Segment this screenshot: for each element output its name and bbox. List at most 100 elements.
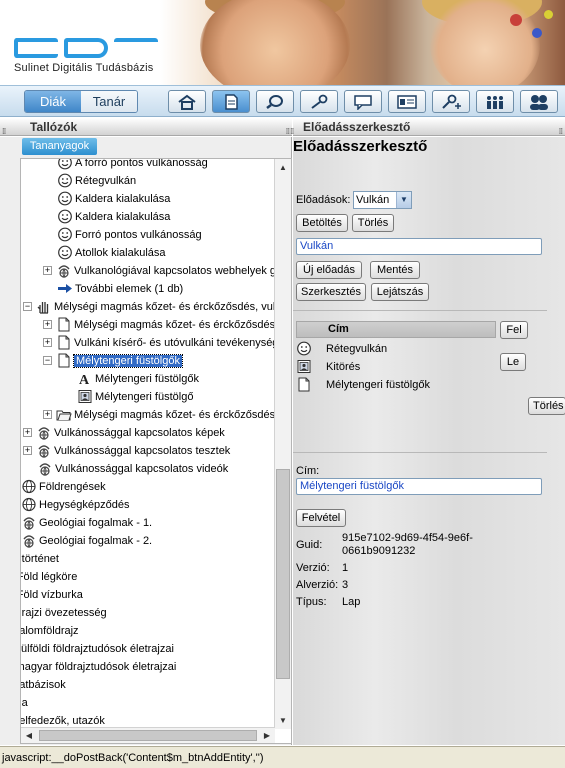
expand-toggle-icon[interactable]: + xyxy=(43,338,52,347)
tree-item[interactable]: + Mélységi magmás kőzet- és érckőzősdés xyxy=(43,316,275,333)
tree-item-label[interactable]: adalomföldrajz xyxy=(21,625,79,637)
tree-item-label[interactable]: Mélységi magmás kőzet- és érckőzősdés, v… xyxy=(54,301,275,313)
tree-item-label[interactable]: Geológiai fogalmak - 1. xyxy=(39,517,152,529)
expand-toggle-icon[interactable]: + xyxy=(23,428,32,437)
tree-item-label[interactable]: ., felfedezők, utazók xyxy=(21,715,105,727)
tree-item[interactable]: ógia xyxy=(21,694,28,711)
betoltes-button[interactable]: Betöltés xyxy=(296,214,348,232)
tree-item-label[interactable]: Vulkáni kísérő- és utóvulkáni tevékenysé… xyxy=(74,337,275,349)
tree-item-label[interactable]: ógia xyxy=(21,697,28,709)
tree-item-label[interactable]: öldrajzi övezetesség xyxy=(21,607,107,619)
tree-item[interactable]: Geológiai fogalmak - 2. xyxy=(21,532,152,549)
scroll-right-arrow[interactable]: ▶ xyxy=(259,728,275,743)
tree-item[interactable]: Kaldera kialakulása xyxy=(57,208,170,225)
tree-item-label[interactable]: Rétegvulkán xyxy=(75,175,136,187)
tree-item-label[interactable]: Atollok kialakulása xyxy=(75,247,166,259)
presentation-item-row[interactable]: Kitörés xyxy=(296,358,360,375)
tree-item[interactable]: + Vulkánossággal kapcsolatos tesztek xyxy=(23,442,230,459)
tree-item[interactable]: + Vulkánossággal kapcsolatos képek xyxy=(23,424,225,441)
horizontal-scroll-thumb[interactable] xyxy=(39,730,257,741)
tree-item-label[interactable]: s külföldi földrajztudósok életrajzai xyxy=(21,643,174,655)
role-tanar-tab[interactable]: Tanár xyxy=(81,91,137,112)
home-button[interactable] xyxy=(168,90,206,113)
tree-item[interactable]: Rétegvulkán xyxy=(57,172,136,189)
tree-item-label[interactable]: Vulkánossággal kapcsolatos képek xyxy=(54,427,225,439)
tree-item[interactable]: + Mélységi magmás kőzet- és érckőzősdés, xyxy=(43,406,275,423)
tree-item[interactable]: Hegységképződés xyxy=(21,496,130,513)
tree-item[interactable]: Kaldera kialakulása xyxy=(57,190,170,207)
tree-item[interactable]: s külföldi földrajztudósok életrajzai xyxy=(21,640,174,657)
vertical-scrollbar[interactable]: ▲ ▼ xyxy=(274,159,291,729)
scroll-up-arrow[interactable]: ▲ xyxy=(275,159,291,176)
tree-item-label[interactable]: Hegységképződés xyxy=(39,499,130,511)
tree-item-label[interactable]: Vulkánossággal kapcsolatos tesztek xyxy=(54,445,230,457)
tree-item-label[interactable]: Mélytengeri füstölgők xyxy=(73,353,183,368)
tree-item-label[interactable]: További elemek (1 db) xyxy=(75,283,183,295)
le-button[interactable]: Le xyxy=(500,353,526,371)
expand-toggle-icon[interactable]: + xyxy=(43,410,52,419)
tree-item[interactable]: Vulkánossággal kapcsolatos videók xyxy=(37,460,228,477)
expand-toggle-icon[interactable]: + xyxy=(43,266,52,275)
group-button[interactable] xyxy=(520,90,558,113)
tree-item-label[interactable]: Mélytengeri füstölgők xyxy=(95,373,199,385)
tree-item[interactable]: − Mélytengeri füstölgők xyxy=(43,352,183,369)
tree-item-label[interactable]: Kaldera kialakulása xyxy=(75,211,170,223)
sdt-logo[interactable]: Sulinet Digitális Tudásbázis xyxy=(14,38,158,74)
mentes-button[interactable]: Mentés xyxy=(370,261,420,279)
szerkesztes-button[interactable]: Szerkesztés xyxy=(296,283,366,301)
expand-toggle-icon[interactable]: + xyxy=(43,320,52,329)
tree-item[interactable]: További elemek (1 db) xyxy=(57,280,183,297)
tree-item-label[interactable]: adatbázisok xyxy=(21,679,66,691)
tree-item-label[interactable]: A forró pontos vulkánosság xyxy=(75,159,208,169)
tree-item[interactable]: Atollok kialakulása xyxy=(57,244,166,261)
tree-item-label[interactable]: s magyar földrajztudósok életrajzai xyxy=(21,661,176,673)
vertical-scroll-thumb[interactable] xyxy=(276,469,290,679)
tree-item[interactable]: Mélytengeri füstölgő xyxy=(77,388,193,405)
scroll-left-arrow[interactable]: ◀ xyxy=(21,728,37,743)
tree-item[interactable]: + Vulkanológiával kapcsolatos webhelyek g… xyxy=(43,262,275,279)
torles-button[interactable]: Törlés xyxy=(352,214,394,232)
role-diak-tab[interactable]: Diák xyxy=(25,91,81,112)
collapse-toggle-icon[interactable]: − xyxy=(43,356,52,365)
tree-item-label[interactable]: A Föld légköre xyxy=(21,571,77,583)
tree-item[interactable]: + Vulkáni kísérő- és utóvulkáni tevékenys… xyxy=(43,334,275,351)
fel-button[interactable]: Fel xyxy=(500,321,528,339)
tree-item[interactable]: Geológiai fogalmak - 1. xyxy=(21,514,152,531)
users-button[interactable] xyxy=(476,90,514,113)
presentation-item-row[interactable]: Rétegvulkán xyxy=(296,340,387,357)
document-button[interactable] xyxy=(212,90,250,113)
message-button[interactable] xyxy=(344,90,382,113)
collapse-toggle-icon[interactable]: − xyxy=(23,302,32,311)
tree-item[interactable]: Földrengések xyxy=(21,478,106,495)
tree-item[interactable]: A Föld vízburka xyxy=(21,586,83,603)
tree-item-label[interactable]: Mélységi magmás kőzet- és érckőzősdés, xyxy=(74,409,275,421)
tree-item-label[interactable]: Vulkánossággal kapcsolatos videók xyxy=(55,463,228,475)
tree-item[interactable]: A Föld légköre xyxy=(21,568,77,585)
tree-item[interactable]: öldtörténet xyxy=(21,550,59,567)
expand-toggle-icon[interactable]: + xyxy=(23,446,32,455)
tree-item-label[interactable]: öldtörténet xyxy=(21,553,59,565)
lejatszas-button[interactable]: Lejátszás xyxy=(371,283,429,301)
presentation-select[interactable]: Vulkán ▼ xyxy=(353,191,412,209)
tree-item[interactable]: adatbázisok xyxy=(21,676,66,693)
search-button[interactable] xyxy=(256,90,294,113)
key-plus-button[interactable] xyxy=(432,90,470,113)
tree-item-label[interactable]: Geológiai fogalmak - 2. xyxy=(39,535,152,547)
presentation-name-field[interactable]: Vulkán xyxy=(296,238,542,255)
tree-item-label[interactable]: Földrengések xyxy=(39,481,106,493)
key-button[interactable] xyxy=(300,90,338,113)
scroll-down-arrow[interactable]: ▼ xyxy=(275,712,291,729)
cim-field[interactable]: Mélytengeri füstölgők xyxy=(296,478,542,495)
tree-item-label[interactable]: A Föld vízburka xyxy=(21,589,83,601)
tree-item-label[interactable]: Kaldera kialakulása xyxy=(75,193,170,205)
tree-item-label[interactable]: Vulkanológiával kapcsolatos webhelyek gy xyxy=(74,265,275,277)
tree-item[interactable]: öldrajzi övezetesség xyxy=(21,604,107,621)
tree-item[interactable]: Forró pontos vulkánosság xyxy=(57,226,202,243)
tree-item[interactable]: A forró pontos vulkánosság xyxy=(57,159,208,171)
tree-item-label[interactable]: Mélytengeri füstölgő xyxy=(95,391,193,403)
tree-item[interactable]: s magyar földrajztudósok életrajzai xyxy=(21,658,176,675)
tree-item[interactable]: adalomföldrajz xyxy=(21,622,79,639)
horizontal-scrollbar[interactable]: ◀ ▶ xyxy=(21,727,275,743)
tree-item-label[interactable]: Mélységi magmás kőzet- és érckőzősdés xyxy=(74,319,275,331)
tree-item[interactable]: − Mélységi magmás kőzet- és érckőzősdés, … xyxy=(23,298,275,315)
